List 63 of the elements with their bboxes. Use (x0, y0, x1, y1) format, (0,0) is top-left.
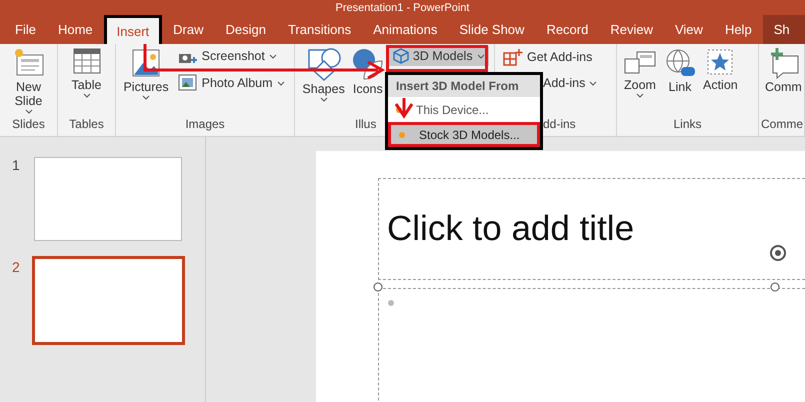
ribbon-button[interactable]: Screenshot (174, 46, 281, 66)
group-label: Links (672, 116, 702, 132)
caret-icon (142, 95, 150, 100)
ribbon-button[interactable]: Get Add-ins (499, 46, 596, 68)
ribbon-tab[interactable]: Record (535, 15, 600, 44)
title-placeholder[interactable]: Click to add title (378, 178, 805, 280)
caret-icon (24, 109, 32, 114)
ribbon-tab[interactable]: View (664, 15, 714, 44)
bullet-dot (388, 300, 394, 306)
ribbon-tab[interactable]: Animations (362, 15, 448, 44)
ribbon-button[interactable]: Zoom (621, 46, 659, 116)
link-icon (664, 47, 696, 79)
ribbon-button[interactable]: Pictures (121, 46, 171, 116)
ribbon-button[interactable]: Link (662, 46, 698, 116)
ribbon-button[interactable]: New Slide (10, 46, 46, 116)
ribbon-button[interactable]: Add-ins (539, 74, 602, 92)
slide-thumbnail[interactable] (32, 256, 185, 345)
cube-icon (392, 48, 409, 64)
slide-number: 2 (12, 259, 21, 277)
group-label: Tables (68, 116, 105, 132)
caret-icon (276, 80, 285, 86)
ribbon-button[interactable]: Photo Album (174, 72, 289, 94)
icons-icon (352, 47, 384, 81)
caret-icon (636, 93, 644, 98)
caret-icon (268, 54, 277, 58)
ribbon-tab[interactable]: Help (714, 15, 763, 44)
ribbon-tab[interactable]: Transitions (276, 15, 362, 44)
selection-handle[interactable] (770, 282, 780, 292)
caret-icon (82, 93, 90, 98)
caret-icon (476, 54, 485, 58)
ribbon-tab[interactable]: Slide Show (448, 15, 536, 44)
group-label: Comme (760, 116, 804, 132)
window-title: Presentation1 - PowerPoint (336, 2, 470, 15)
ribbon-tab[interactable]: Draw (162, 15, 214, 44)
add-ins-icon (503, 48, 523, 66)
ribbon-tab[interactable]: Insert (104, 15, 162, 44)
slide-number: 1 (12, 157, 21, 175)
ribbon-button[interactable]: Action (701, 46, 740, 116)
ribbon-tab[interactable]: File (4, 15, 47, 44)
group-label: Images (184, 116, 226, 132)
rotate-handle[interactable] (770, 245, 786, 261)
caret-icon (320, 97, 328, 102)
ribbon-tab[interactable]: Design (214, 15, 277, 44)
ribbon-tab[interactable]: Sh (762, 15, 805, 44)
group-label: Illus (354, 116, 378, 132)
ribbon-tab[interactable]: Review (599, 15, 664, 44)
ribbon-button[interactable]: Icons (350, 46, 386, 116)
ribbon-button[interactable]: Table (70, 46, 104, 116)
menu-item[interactable]: Stock 3D Models... (388, 122, 540, 147)
menu-header: Insert 3D Model From (388, 75, 540, 97)
placeholder-text: Click to add title (387, 209, 634, 249)
selection-handle[interactable] (374, 282, 382, 292)
caret-icon (589, 80, 598, 86)
photo-album-icon (178, 74, 198, 92)
group-label: dd-ins (542, 116, 577, 132)
slide-thumbnail[interactable] (34, 157, 182, 241)
bullet-icon (399, 132, 405, 138)
ribbon-button[interactable]: Comm (763, 46, 804, 116)
group-label: Slides (11, 116, 46, 132)
ribbon-button[interactable]: Shapes (300, 46, 347, 116)
arrow (394, 98, 414, 119)
ribbon-tab[interactable]: Home (46, 15, 104, 44)
shapes-icon (306, 47, 342, 81)
